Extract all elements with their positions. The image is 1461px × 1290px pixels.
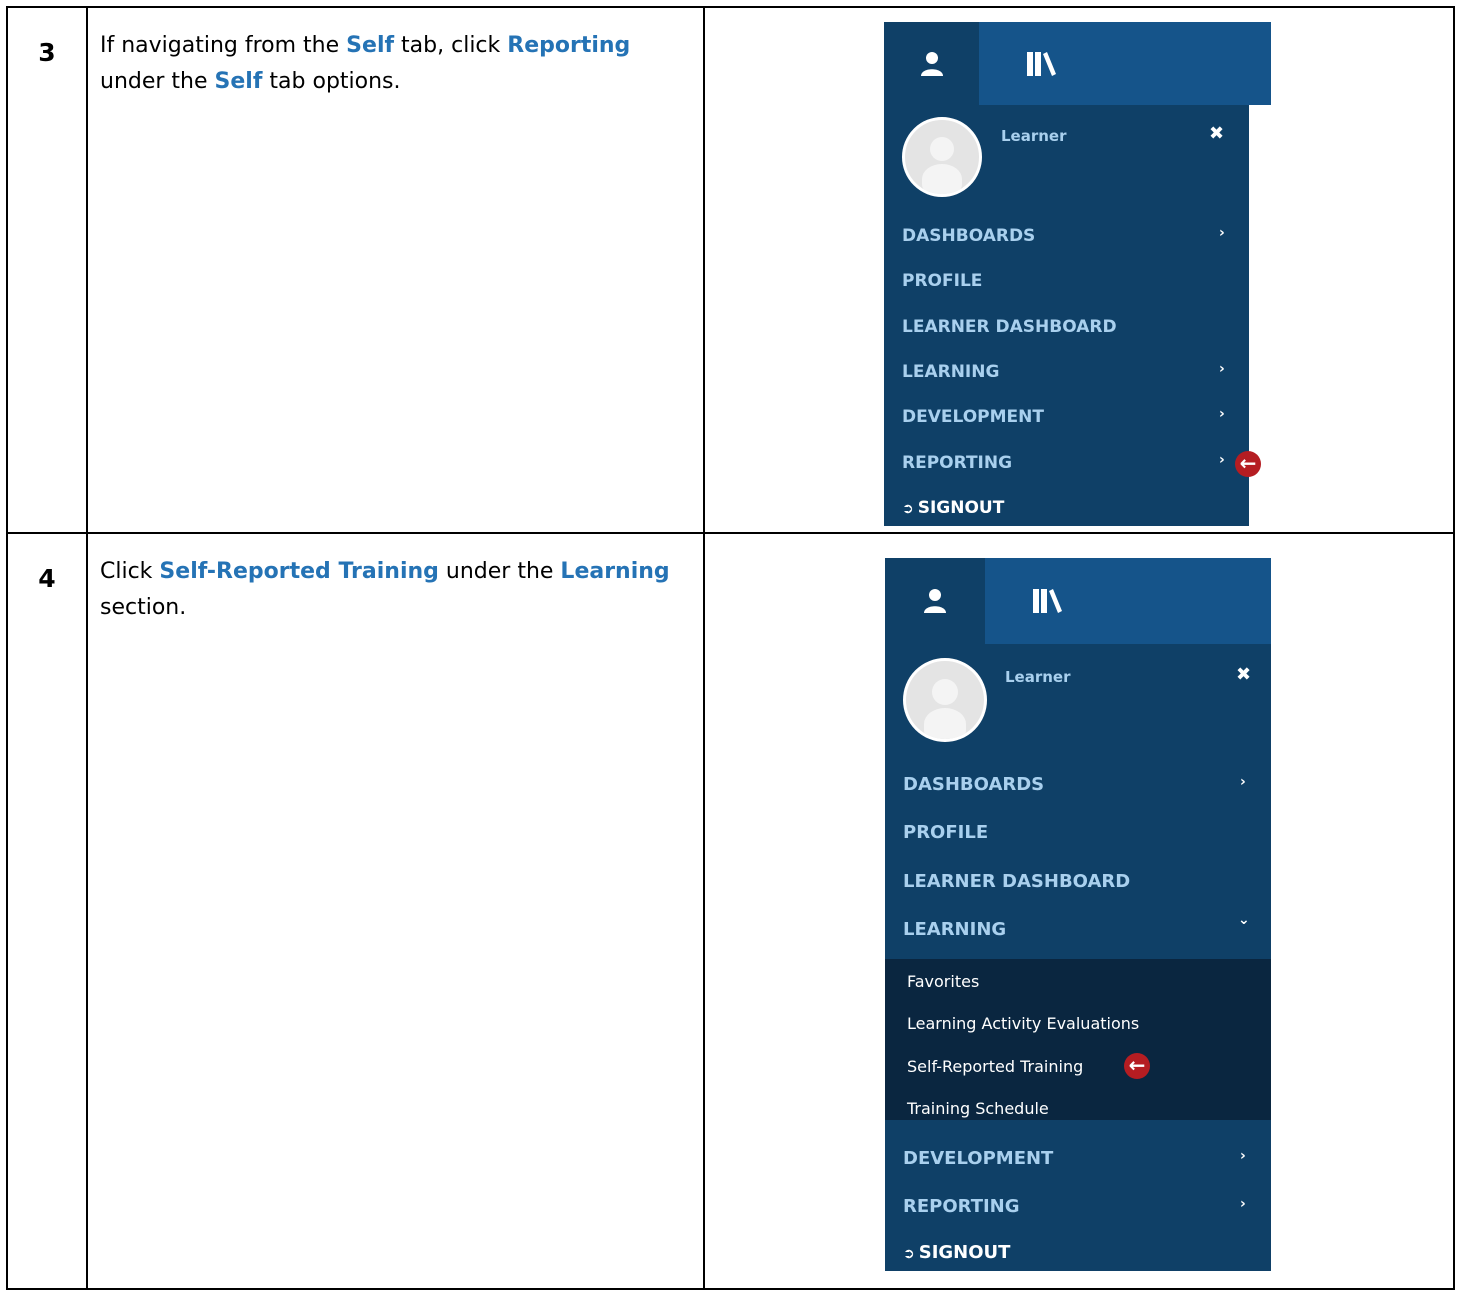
tab-library[interactable]	[985, 558, 1271, 644]
instruction-text: under the	[438, 559, 561, 584]
signout-label: SIGNOUT	[917, 498, 1005, 518]
menu-tabs	[885, 558, 1271, 644]
side-menu: Learner ✖ DASHBOARDS › PROFILE LEARNER D…	[884, 22, 1271, 526]
avatar	[903, 658, 987, 742]
learning-submenu: Favorites Learning Activity Evaluations …	[885, 959, 1271, 1120]
chevron-down-icon: ⌄	[1238, 912, 1250, 928]
instruction-highlight: Self	[214, 69, 263, 94]
menu-item-dashboards[interactable]: DASHBOARDS	[902, 226, 1035, 246]
chevron-right-icon: ›	[1240, 1196, 1246, 1212]
avatar	[902, 117, 982, 197]
step-instruction: Click Self-Reported Training under the L…	[88, 534, 705, 1288]
user-icon	[924, 589, 946, 613]
side-menu: Learner ✖ DASHBOARDS › PROFILE LEARNER D…	[885, 558, 1271, 1271]
books-icon	[1033, 589, 1062, 613]
submenu-item-training-schedule[interactable]: Training Schedule	[907, 1099, 1049, 1118]
instruction-highlight: Self-Reported Training	[159, 559, 439, 584]
instruction-text: Click	[100, 559, 160, 584]
books-icon	[1027, 51, 1056, 76]
step-number: 4	[8, 534, 88, 1288]
step-screenshot: Learner ✖ DASHBOARDS › PROFILE LEARNER D…	[705, 534, 1453, 1288]
menu-panel: Learner ✖ DASHBOARDS › PROFILE LEARNER D…	[884, 105, 1261, 526]
steps-table: 3 If navigating from the Self tab, click…	[6, 6, 1455, 1290]
tab-library[interactable]	[979, 22, 1271, 105]
chevron-right-icon: ›	[1240, 774, 1246, 790]
chevron-right-icon: ›	[1219, 225, 1225, 241]
menu-item-reporting[interactable]: REPORTING	[903, 1196, 1020, 1217]
tab-self[interactable]	[885, 558, 985, 644]
signout-link[interactable]: ➲ SIGNOUT	[902, 498, 1004, 518]
menu-item-development[interactable]: DEVELOPMENT	[903, 1148, 1053, 1169]
step-row: 4 Click Self-Reported Training under the…	[8, 534, 1453, 1288]
menu-item-learner-dashboard[interactable]: LEARNER DASHBOARD	[903, 871, 1130, 892]
instruction-highlight: Learning	[560, 559, 670, 584]
sign-out-icon: ➲	[903, 1246, 915, 1262]
instruction-text: tab, click	[394, 33, 508, 58]
submenu-item-favorites[interactable]: Favorites	[907, 972, 979, 991]
chevron-right-icon: ›	[1219, 361, 1225, 377]
menu-item-development[interactable]: DEVELOPMENT	[902, 407, 1044, 427]
instruction-text: under the	[100, 69, 215, 94]
menu-item-profile[interactable]: PROFILE	[902, 271, 982, 291]
step-number: 3	[8, 8, 88, 532]
menu-panel: Learner ✖ DASHBOARDS › PROFILE LEARNER D…	[885, 644, 1271, 1271]
instruction-highlight: Reporting	[507, 33, 631, 58]
instruction-text: tab options.	[262, 69, 401, 94]
instruction-text: If navigating from the	[100, 33, 347, 58]
menu-item-learning[interactable]: LEARNING	[902, 362, 999, 382]
close-icon[interactable]: ✖	[1209, 123, 1224, 144]
close-icon[interactable]: ✖	[1236, 664, 1251, 685]
user-name: Learner	[1001, 127, 1067, 145]
signout-label: SIGNOUT	[918, 1242, 1011, 1263]
tab-self[interactable]	[884, 22, 979, 105]
menu-item-profile[interactable]: PROFILE	[903, 822, 988, 843]
submenu-item-learning-activity-evaluations[interactable]: Learning Activity Evaluations	[907, 1014, 1139, 1033]
menu-item-learner-dashboard[interactable]: LEARNER DASHBOARD	[902, 317, 1117, 337]
user-name: Learner	[1005, 668, 1071, 686]
chevron-right-icon: ›	[1219, 406, 1225, 422]
step-screenshot: Learner ✖ DASHBOARDS › PROFILE LEARNER D…	[705, 8, 1453, 532]
instruction-highlight: Self	[346, 33, 395, 58]
chevron-right-icon: ›	[1219, 452, 1225, 468]
step-instruction: If navigating from the Self tab, click R…	[88, 8, 705, 532]
arrow-left-circle-icon: ←	[1124, 1053, 1150, 1079]
step-row: 3 If navigating from the Self tab, click…	[8, 8, 1453, 534]
menu-item-reporting[interactable]: REPORTING	[902, 453, 1012, 473]
instruction-text: section.	[100, 595, 187, 620]
sign-out-icon: ➲	[902, 501, 914, 517]
user-icon	[920, 51, 943, 76]
menu-item-learning[interactable]: LEARNING	[903, 919, 1006, 940]
submenu-item-self-reported-training[interactable]: Self-Reported Training	[907, 1057, 1083, 1076]
arrow-left-circle-icon: ←	[1235, 451, 1261, 477]
menu-tabs	[884, 22, 1271, 105]
chevron-right-icon: ›	[1240, 1148, 1246, 1164]
menu-item-dashboards[interactable]: DASHBOARDS	[903, 774, 1044, 795]
signout-link[interactable]: ➲ SIGNOUT	[903, 1242, 1010, 1263]
